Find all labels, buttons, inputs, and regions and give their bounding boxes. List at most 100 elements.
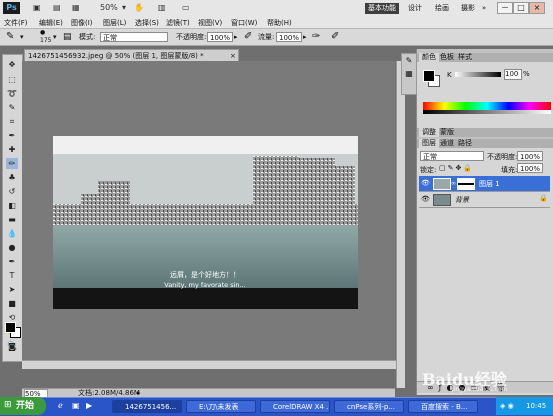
pressure-opacity-icon[interactable]: ✐ (244, 31, 252, 42)
menu-filter[interactable]: 滤镜(T) (166, 19, 190, 28)
hand-icon[interactable]: ✋ (134, 2, 144, 14)
tab-masks[interactable]: 蒙版 (437, 128, 457, 137)
zoom-level[interactable]: 50% (100, 2, 118, 14)
visibility-eye-icon[interactable]: 👁 (421, 179, 430, 187)
quick-selection-tool-icon[interactable]: ✎ (6, 102, 18, 113)
blend-mode-select[interactable]: 正常 (420, 151, 484, 161)
pen-tool-icon[interactable]: ✒ (6, 256, 18, 267)
document-image[interactable]: 远屑，是个好地方！！ Vanity, my favorate sin... (53, 136, 358, 309)
airbrush-icon[interactable]: ✑ (312, 31, 320, 42)
workspace-essentials-button[interactable]: 基本功能 (365, 3, 399, 14)
minimize-button[interactable]: － (497, 2, 513, 14)
workspace-more-icon[interactable]: » (480, 3, 488, 14)
menu-layer[interactable]: 图层(L) (103, 19, 126, 28)
workspace-design-button[interactable]: 设计 (404, 3, 426, 14)
tab-layers[interactable]: 图层 (419, 139, 439, 148)
type-tool-icon[interactable]: T (6, 270, 18, 281)
gradient-tool-icon[interactable]: ▬ (6, 214, 18, 225)
layer-mask-thumbnail[interactable] (457, 178, 475, 190)
rectangle-tool-icon[interactable]: ■ (6, 298, 18, 309)
quicklaunch-ie-icon[interactable]: ℯ (58, 401, 63, 410)
tab-swatches[interactable]: 色板 (437, 53, 457, 62)
tab-paths[interactable]: 路径 (455, 139, 475, 148)
brush-panel-icon[interactable]: ▤ (63, 32, 72, 42)
menu-image[interactable]: 图像(I) (71, 19, 93, 28)
maximize-button[interactable]: □ (513, 2, 529, 14)
extras-icon[interactable]: ▦ (72, 2, 80, 14)
clone-source-panel-icon[interactable]: ▦ (402, 67, 416, 80)
mode-select[interactable]: 正常 (100, 32, 168, 42)
blur-tool-icon[interactable]: 💧 (6, 228, 18, 239)
menu-select[interactable]: 选择(S) (135, 19, 159, 28)
task-coreldraw[interactable]: CorelDRAW X4 ... (260, 400, 330, 413)
arrange-documents-icon[interactable]: ▥ (158, 2, 166, 14)
layer-row-background[interactable]: 👁 背景 🔒 (419, 192, 550, 208)
brush-panel-icon[interactable]: ✎ (402, 54, 416, 67)
color-panel-foreground-swatch[interactable] (423, 70, 435, 82)
color-slider[interactable] (455, 72, 501, 77)
task-browser-1[interactable]: cnPse系列-p... (334, 400, 404, 413)
screen-mode-icon[interactable]: ▭ (182, 2, 190, 14)
history-brush-tool-icon[interactable]: ↺ (6, 186, 18, 197)
mini-bridge-icon[interactable]: ▤ (53, 2, 61, 14)
brush-tool-preset-icon[interactable]: ✎ (6, 31, 14, 42)
eyedropper-tool-icon[interactable]: ✒ (6, 130, 18, 141)
flow-dropdown-icon[interactable]: ▸ (303, 33, 307, 41)
quicklaunch-media-icon[interactable]: ▶ (86, 401, 92, 410)
lock-icons[interactable]: ▢✎✥🔒 (439, 164, 474, 172)
link-icon[interactable]: ∞ (451, 180, 456, 187)
eraser-tool-icon[interactable]: ◧ (6, 200, 18, 211)
tab-styles[interactable]: 样式 (455, 53, 475, 62)
color-value-field[interactable]: 100 (504, 69, 522, 80)
flow-field[interactable]: 100% (276, 32, 302, 42)
brush-tip-icon[interactable]: ● (40, 29, 45, 36)
vertical-scrollbar[interactable] (396, 61, 405, 388)
healing-brush-tool-icon[interactable]: ✚ (6, 144, 18, 155)
layer-name: 图层 1 (479, 180, 500, 188)
path-selection-tool-icon[interactable]: ➤ (6, 284, 18, 295)
layer-row-1[interactable]: 👁 ∞ 图层 1 (419, 176, 550, 192)
horizontal-scrollbar[interactable] (22, 360, 396, 369)
workspace-painting-button[interactable]: 绘画 (431, 3, 453, 14)
opacity-field[interactable]: 100% (207, 32, 233, 42)
crop-tool-icon[interactable]: ⌗ (6, 116, 18, 127)
task-browser-2[interactable]: 百度搜索 - B... (408, 400, 478, 413)
visibility-eye-icon[interactable]: 👁 (421, 195, 430, 203)
tab-channels[interactable]: 通道 (437, 139, 457, 148)
dodge-tool-icon[interactable]: ● (6, 242, 18, 253)
lasso-tool-icon[interactable]: ➰ (6, 88, 18, 99)
task-explorer[interactable]: E:\刀\未发表 (186, 400, 256, 413)
mode-label: 模式: (79, 33, 96, 41)
brush-size-value[interactable]: 175 (40, 37, 51, 44)
fill-field[interactable]: 100% (517, 163, 543, 173)
tab-adjustments[interactable]: 调整 (419, 128, 439, 137)
task-photoshop[interactable]: 1426751456... (112, 400, 182, 413)
menu-help[interactable]: 帮助(H) (267, 19, 292, 28)
preset-dropdown-icon[interactable]: ▾ (20, 33, 24, 41)
color-channel-label: K (447, 71, 452, 79)
close-button[interactable]: × (529, 2, 545, 14)
brush-tool-icon[interactable]: ✏ (6, 158, 18, 169)
clone-stamp-tool-icon[interactable]: ♣ (6, 172, 18, 183)
brush-dropdown-icon[interactable]: ▾ (53, 33, 57, 41)
quick-mask-icon[interactable]: ◙ (6, 341, 18, 352)
opacity-dropdown-icon[interactable]: ▸ (234, 33, 238, 41)
layers-opacity-field[interactable]: 100% (517, 151, 543, 161)
color-spectrum-bar[interactable] (423, 102, 551, 110)
marquee-tool-icon[interactable]: ⬚ (6, 74, 18, 85)
tab-color[interactable]: 颜色 (419, 53, 439, 62)
foreground-color-swatch[interactable] (5, 322, 16, 333)
quicklaunch-desktop-icon[interactable]: ▣ (72, 401, 80, 410)
menu-view[interactable]: 视图(V) (198, 19, 222, 28)
zoom-dropdown-icon[interactable]: ▾ (122, 2, 126, 14)
bridge-icon[interactable]: ▣ (33, 2, 41, 14)
workspace-photography-button[interactable]: 摄影 (457, 3, 479, 14)
menu-window[interactable]: 窗口(W) (231, 19, 257, 28)
menu-file[interactable]: 文件(F) (4, 19, 28, 28)
grayscale-bar[interactable] (423, 110, 551, 114)
document-tab[interactable]: 1426751456932.jpeg @ 50% (图层 1, 图层蒙版/8) … (24, 49, 239, 61)
pressure-size-icon[interactable]: ✐ (331, 31, 339, 42)
move-tool-icon[interactable]: ✥ (6, 59, 18, 70)
tray-icons[interactable]: ◈ ◉ (500, 397, 514, 415)
menu-edit[interactable]: 编辑(E) (39, 19, 63, 28)
